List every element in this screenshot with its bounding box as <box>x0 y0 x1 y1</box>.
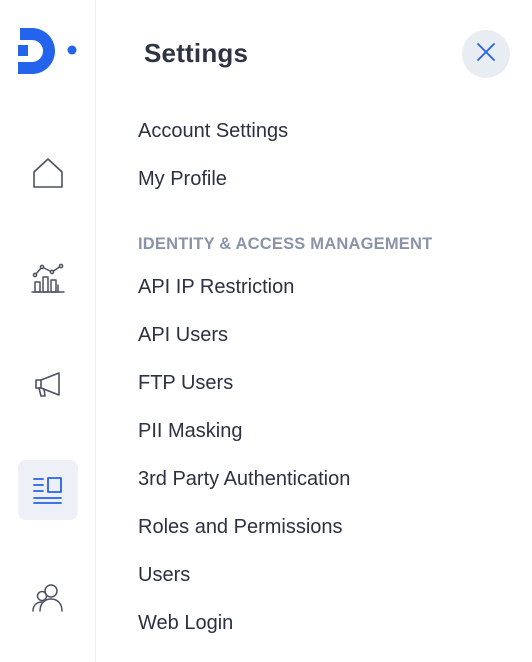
menu-item-api-ip-restriction[interactable]: API IP Restriction <box>138 276 294 299</box>
menu-item-ftp-users[interactable]: FTP Users <box>138 372 233 395</box>
document-list-icon <box>31 473 65 507</box>
analytics-chart-icon <box>31 261 65 295</box>
menu-item-pii-masking[interactable]: PII Masking <box>138 420 242 443</box>
rail-item-home[interactable] <box>18 143 78 203</box>
close-icon <box>476 42 496 67</box>
menu-item-users[interactable]: Users <box>138 564 190 587</box>
menu-item-web-login[interactable]: Web Login <box>138 612 233 635</box>
settings-panel: Settings Account Settings My Profile IDE… <box>97 0 532 662</box>
menu-item-third-party-auth[interactable]: 3rd Party Authentication <box>138 468 350 491</box>
menu-item-api-users[interactable]: API Users <box>138 324 228 347</box>
megaphone-icon <box>31 367 65 401</box>
sidebar-rail <box>0 0 96 662</box>
app-window: Settings Account Settings My Profile IDE… <box>0 0 532 662</box>
close-button[interactable] <box>462 30 510 78</box>
menu-item-my-profile[interactable]: My Profile <box>138 168 227 191</box>
section-heading-iam: IDENTITY & ACCESS MANAGEMENT <box>138 235 433 253</box>
rail-item-content[interactable] <box>18 460 78 520</box>
users-group-icon <box>31 581 65 615</box>
home-icon <box>31 156 65 190</box>
brand-logo-d-icon[interactable] <box>18 28 80 76</box>
rail-item-campaigns[interactable] <box>18 354 78 414</box>
menu-item-account-settings[interactable]: Account Settings <box>138 120 288 143</box>
rail-item-audience[interactable] <box>18 568 78 628</box>
rail-item-analytics[interactable] <box>18 248 78 308</box>
page-title: Settings <box>144 38 249 68</box>
menu-item-roles-permissions[interactable]: Roles and Permissions <box>138 516 343 539</box>
